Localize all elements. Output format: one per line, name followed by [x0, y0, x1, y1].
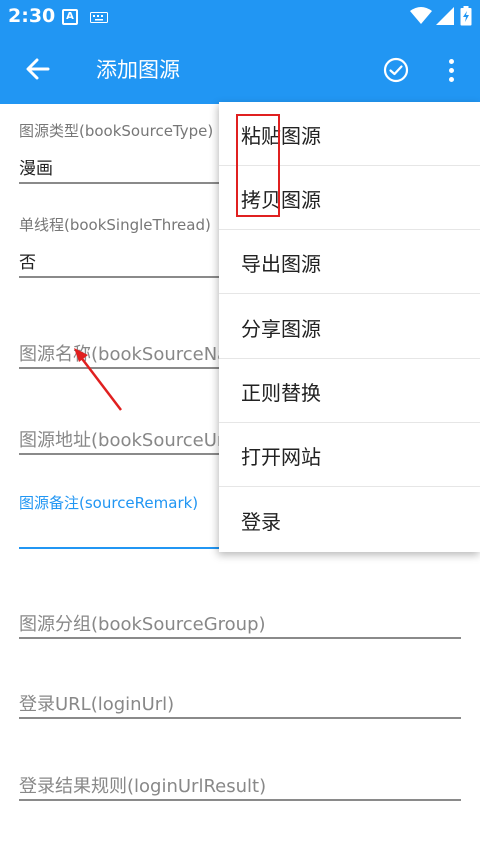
signal-icon — [436, 7, 454, 25]
more-dot-icon — [448, 58, 454, 64]
more-options-button[interactable] — [436, 52, 466, 88]
field-underline — [19, 799, 461, 801]
check-circle-icon — [383, 57, 409, 83]
field-underline — [19, 717, 461, 719]
battery-icon — [460, 6, 472, 26]
status-time: 2:30 — [8, 5, 56, 27]
back-arrow-icon — [26, 58, 50, 80]
field-hint: 图源名称(bookSourceNa — [19, 344, 229, 365]
field-hint: 图源地址(bookSourceUrl — [19, 430, 230, 451]
menu-item-regex-replace[interactable]: 正则替换 — [219, 359, 480, 423]
menu-item-label: 分享图源 — [241, 317, 321, 341]
field-hint: 图源分组(bookSourceGroup) — [19, 614, 266, 635]
source-group-field[interactable]: 图源分组(bookSourceGroup) — [19, 606, 461, 640]
menu-item-login[interactable]: 登录 — [219, 488, 480, 552]
menu-item-label: 导出图源 — [241, 252, 321, 276]
field-value: 漫画 — [19, 159, 53, 179]
wifi-icon — [410, 7, 432, 24]
field-label: 图源备注(sourceRemark) — [19, 494, 199, 512]
app-notification-icon: A — [62, 9, 78, 25]
field-hint: 登录URL(loginUrl) — [19, 694, 175, 715]
save-button[interactable] — [378, 52, 414, 88]
more-dot-icon — [448, 76, 454, 82]
field-hint: 登录结果规则(loginUrlResult) — [19, 776, 267, 797]
status-bar: 2:30 A — [0, 0, 480, 34]
more-dot-icon — [448, 67, 454, 73]
login-url-result-field[interactable]: 登录结果规则(loginUrlResult) — [19, 768, 461, 802]
menu-item-export-source[interactable]: 导出图源 — [219, 230, 480, 294]
menu-item-label: 登录 — [241, 510, 281, 534]
login-url-field[interactable]: 登录URL(loginUrl) — [19, 686, 461, 720]
page-title: 添加图源 — [96, 58, 180, 82]
field-value: 否 — [19, 253, 36, 273]
app-bar: 添加图源 — [0, 34, 480, 104]
field-label: 单线程(bookSingleThread) — [19, 216, 211, 234]
keyboard-icon — [90, 12, 108, 23]
menu-item-label: 打开网站 — [241, 445, 321, 469]
menu-item-share-source[interactable]: 分享图源 — [219, 295, 480, 359]
back-button[interactable] — [18, 51, 58, 87]
annotation-highlight-box — [236, 114, 280, 217]
field-underline — [19, 637, 461, 639]
menu-item-open-website[interactable]: 打开网站 — [219, 423, 480, 487]
menu-item-label: 正则替换 — [241, 381, 321, 405]
field-label: 图源类型(bookSourceType) — [19, 122, 214, 140]
